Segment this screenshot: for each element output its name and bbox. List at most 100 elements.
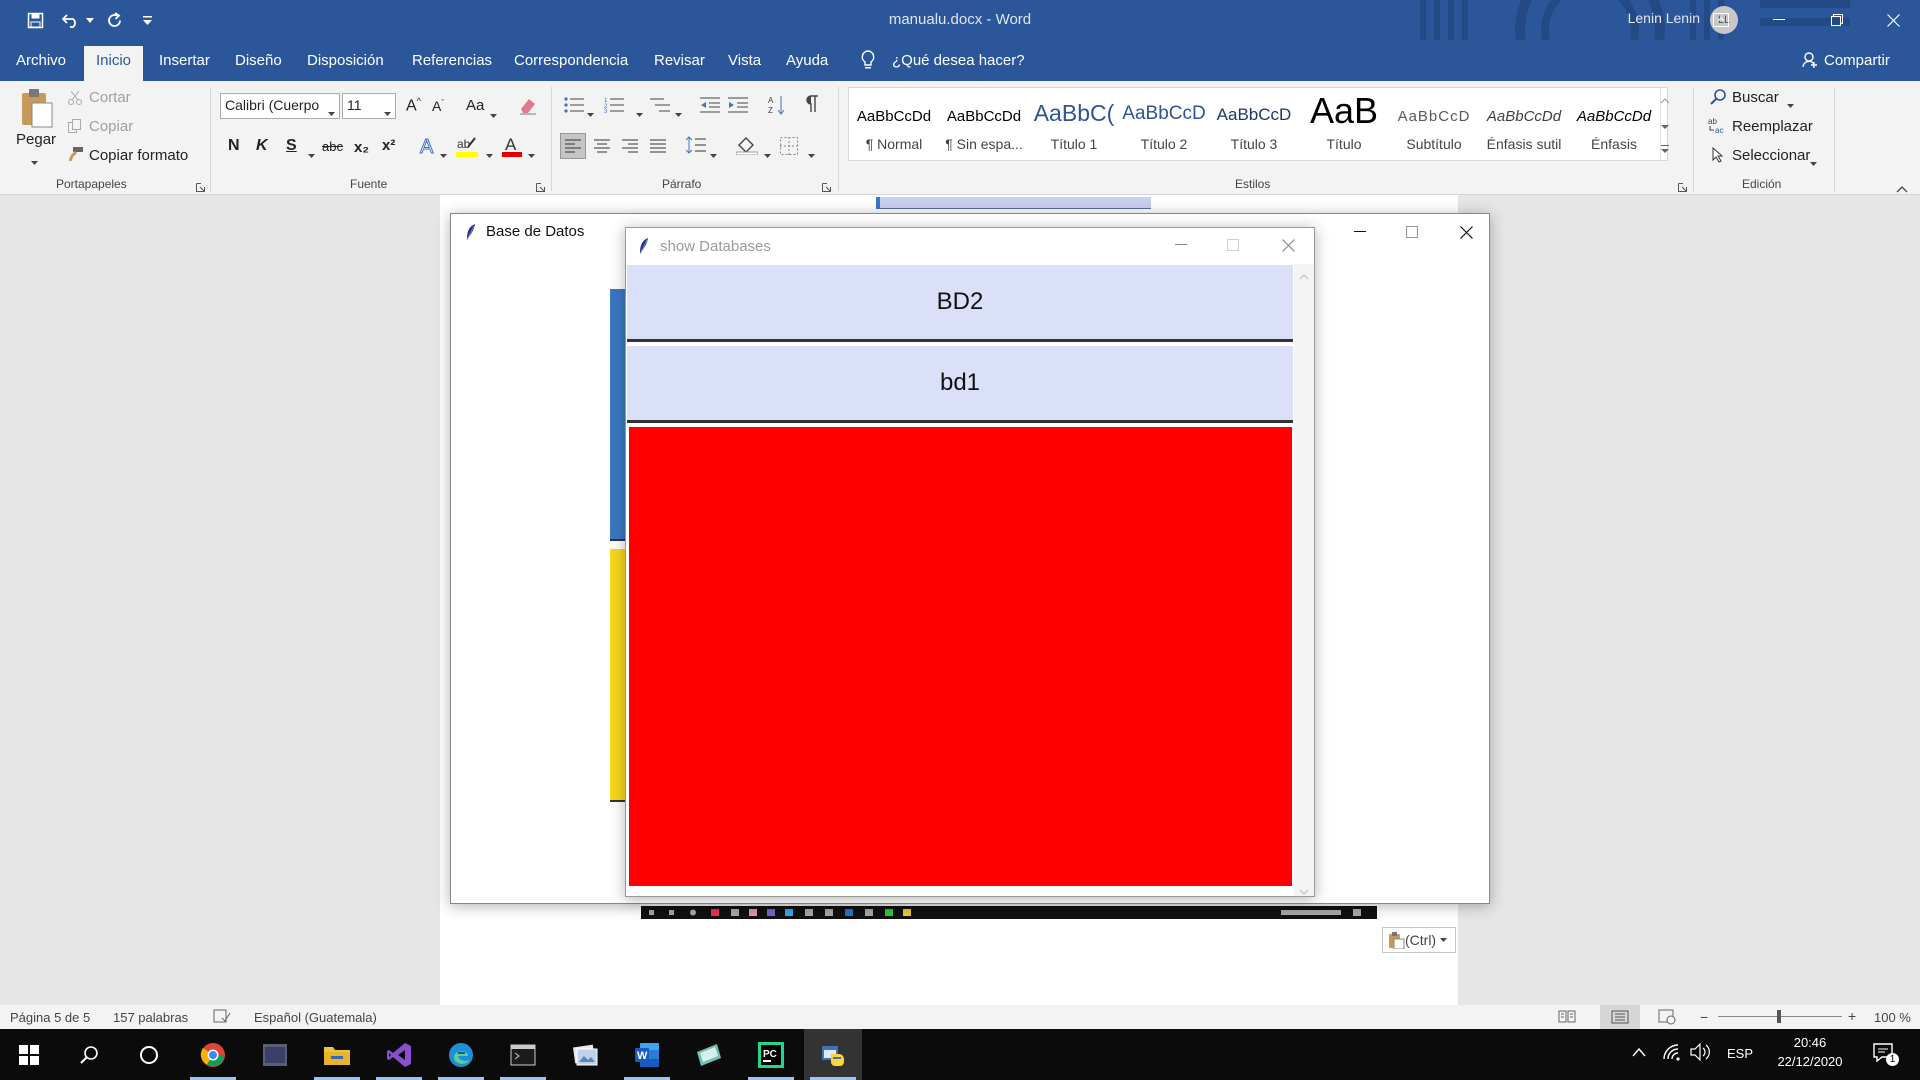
font-name-dropdown-icon[interactable]	[328, 104, 335, 119]
styles-more-icon[interactable]	[1661, 142, 1669, 157]
style-heading-2[interactable]: AaBbCcD Título 2	[1119, 88, 1209, 160]
tab-inicio[interactable]: Inicio	[84, 46, 144, 81]
line-spacing-icon[interactable]	[685, 136, 706, 157]
word-count[interactable]: 157 palabras	[113, 1010, 188, 1025]
style-normal[interactable]: AaBbCcDd ¶ Normal	[849, 88, 939, 160]
clear-formatting-icon[interactable]	[518, 97, 538, 118]
align-center-icon[interactable]	[594, 138, 610, 157]
paste-dropdown-icon[interactable]	[31, 153, 38, 168]
subscript-button[interactable]: x₂	[354, 139, 369, 156]
minimize-icon[interactable]	[1750, 0, 1808, 40]
underline-dropdown-icon[interactable]	[308, 146, 315, 161]
tab-referencias[interactable]: Referencias	[412, 52, 492, 69]
strikethrough-button[interactable]: abc	[322, 139, 343, 154]
select-cursor-icon[interactable]	[1712, 146, 1724, 166]
cut-button[interactable]: Cortar	[89, 89, 131, 106]
lightbulb-icon[interactable]	[860, 50, 876, 73]
borders-dropdown-icon[interactable]	[808, 146, 815, 161]
restore-icon[interactable]	[1808, 0, 1866, 40]
database-button-bd1[interactable]: bd1	[627, 346, 1293, 423]
database-button-bd2[interactable]: BD2	[627, 265, 1293, 342]
select-button[interactable]: Seleccionar	[1732, 147, 1810, 164]
taskbar-terminal[interactable]	[494, 1029, 552, 1080]
change-case-button[interactable]: Aa	[466, 97, 484, 114]
paste-icon[interactable]	[18, 87, 54, 131]
scroll-up-icon[interactable]	[1299, 268, 1309, 283]
text-effects-dropdown-icon[interactable]	[440, 146, 447, 161]
share-icon[interactable]	[1802, 52, 1818, 71]
bullets-dropdown-icon[interactable]	[587, 105, 594, 120]
dialog-scrollbar[interactable]	[1294, 264, 1314, 896]
network-icon[interactable]	[1662, 1043, 1682, 1064]
taskbar-pycharm[interactable]: PC	[742, 1029, 800, 1080]
share-button[interactable]: Compartir	[1824, 52, 1890, 69]
taskbar-edge[interactable]	[432, 1029, 490, 1080]
style-heading-3[interactable]: AaBbCcD Título 3	[1209, 88, 1299, 160]
taskbar-visual-studio[interactable]	[370, 1029, 428, 1080]
font-name-combo[interactable]: Calibri (Cuerpo	[220, 93, 340, 119]
replace-button[interactable]: Reemplazar	[1732, 118, 1813, 135]
zoom-level[interactable]: 100 %	[1874, 1010, 1911, 1025]
style-title[interactable]: AaB Título	[1299, 88, 1389, 160]
tab-correspondencia[interactable]: Correspondencia	[514, 52, 628, 69]
line-spacing-dropdown-icon[interactable]	[710, 146, 717, 161]
taskbar-word[interactable]: W	[618, 1029, 676, 1080]
italic-button[interactable]: K	[256, 137, 268, 155]
notifications-icon[interactable]: 1	[1872, 1041, 1899, 1068]
tab-insertar[interactable]: Insertar	[159, 52, 210, 69]
superscript-button[interactable]: x²	[382, 137, 395, 154]
paste-options-button[interactable]: (Ctrl)	[1382, 927, 1456, 953]
start-button[interactable]	[0, 1029, 58, 1080]
search-icon[interactable]	[1710, 89, 1726, 108]
clipboard-launcher-icon[interactable]	[196, 180, 205, 195]
styles-launcher-icon[interactable]	[1678, 180, 1687, 195]
close-icon[interactable]	[1866, 0, 1920, 40]
format-painter-button[interactable]: Copiar formato	[89, 147, 188, 164]
grow-font-icon[interactable]: A^	[406, 96, 421, 115]
taskbar-app-2[interactable]	[246, 1029, 304, 1080]
scroll-down-icon[interactable]	[1299, 883, 1309, 898]
web-layout-icon[interactable]	[1658, 1009, 1676, 1028]
tab-ayuda[interactable]: Ayuda	[786, 52, 828, 69]
decrease-indent-icon[interactable]	[700, 97, 720, 116]
search-taskbar-button[interactable]	[60, 1029, 118, 1080]
styles-scroll-down-icon[interactable]	[1661, 118, 1669, 133]
dialog-maximize-icon[interactable]	[1204, 228, 1262, 262]
find-dropdown-icon[interactable]	[1787, 96, 1794, 111]
main-maximize-icon[interactable]	[1383, 214, 1441, 250]
tab-diseno[interactable]: Diseño	[235, 52, 282, 69]
user-name[interactable]: Lenin Lenin	[1628, 10, 1700, 26]
justify-icon[interactable]	[650, 138, 666, 157]
copy-button[interactable]: Copiar	[89, 118, 133, 135]
multilevel-list-icon[interactable]	[650, 97, 670, 116]
font-launcher-icon[interactable]	[536, 180, 545, 195]
numbering-dropdown-icon[interactable]	[636, 105, 643, 120]
paste-button[interactable]: Pegar	[16, 131, 56, 148]
tab-disposicion[interactable]: Disposición	[307, 52, 384, 69]
font-color-dropdown-icon[interactable]	[528, 146, 535, 161]
dialog-minimize-icon[interactable]	[1158, 228, 1204, 262]
paragraph-launcher-icon[interactable]	[822, 180, 831, 195]
font-size-dropdown-icon[interactable]	[384, 104, 391, 119]
taskbar-file-explorer[interactable]	[308, 1029, 366, 1080]
highlight-dropdown-icon[interactable]	[486, 146, 493, 161]
tell-me-search[interactable]: ¿Qué desea hacer?	[892, 52, 1025, 69]
tab-vista[interactable]: Vista	[728, 52, 761, 69]
taskbar-app-8[interactable]	[680, 1029, 738, 1080]
collapse-ribbon-icon[interactable]	[1896, 181, 1908, 196]
tab-archivo[interactable]: Archivo	[16, 52, 66, 69]
dialog-close-icon[interactable]	[1262, 228, 1314, 262]
cortana-button[interactable]	[120, 1029, 178, 1080]
clock[interactable]: 20:46 22/12/2020	[1770, 1035, 1850, 1069]
shading-dropdown-icon[interactable]	[764, 146, 771, 161]
style-subtle-emphasis[interactable]: AaBbCcDd Énfasis sutil	[1479, 88, 1569, 160]
borders-icon[interactable]	[780, 137, 798, 158]
main-close-icon[interactable]	[1441, 214, 1491, 250]
show-formatting-marks-icon[interactable]	[805, 95, 819, 116]
tab-revisar[interactable]: Revisar	[654, 52, 705, 69]
volume-icon[interactable]	[1690, 1042, 1712, 1064]
ribbon-display-options-icon[interactable]	[1692, 0, 1750, 40]
proofing-icon[interactable]	[213, 1008, 231, 1027]
numbering-icon[interactable]: 123	[604, 97, 624, 116]
highlight-icon[interactable]: ab	[456, 135, 478, 160]
